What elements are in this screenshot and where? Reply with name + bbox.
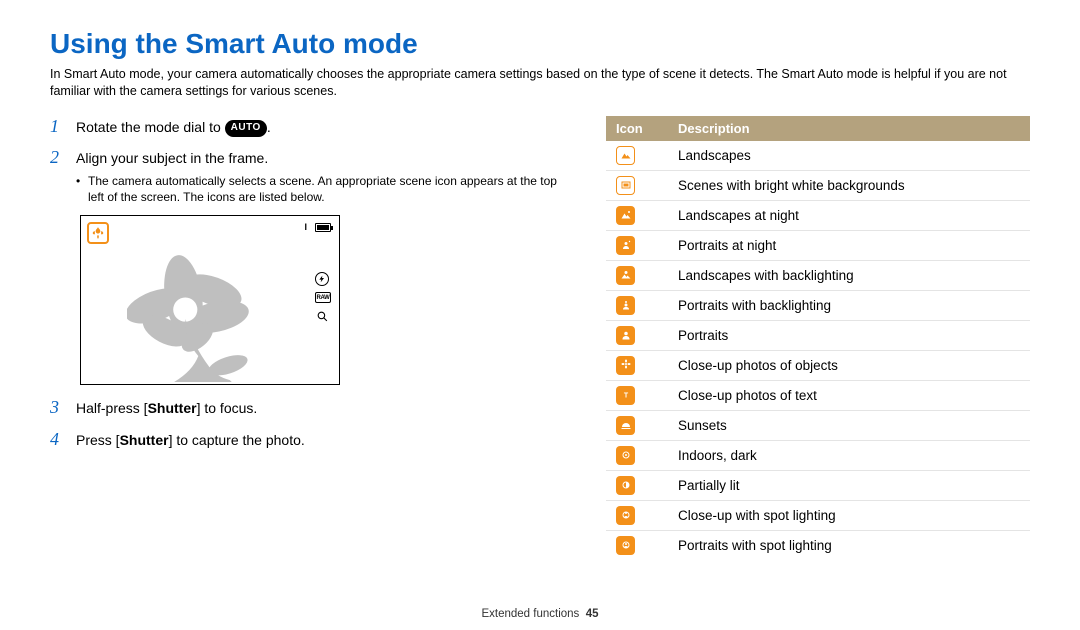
scene-icon: [616, 236, 635, 255]
scene-description: Sunsets: [668, 410, 1030, 440]
step-note: The camera automatically selects a scene…: [76, 173, 570, 205]
step-text: Half-press [: [76, 400, 148, 416]
step-number: 2: [50, 147, 66, 205]
table-row: Landscapes with backlighting: [606, 260, 1030, 290]
scene-icon: [616, 146, 635, 165]
counter-indicator: I: [304, 222, 307, 232]
table-row: T Close-up photos of text: [606, 380, 1030, 410]
magnify-icon: [315, 309, 329, 323]
table-header-desc: Description: [668, 116, 1030, 141]
scene-icon: [616, 206, 635, 225]
footer-section: Extended functions: [481, 608, 579, 620]
step-text: Align your subject in the frame.: [76, 149, 570, 169]
table-row: Partially lit: [606, 470, 1030, 500]
footer-page: 45: [586, 608, 599, 620]
scene-icon: [616, 356, 635, 375]
scene-description: Landscapes: [668, 141, 1030, 171]
table-row: Close-up photos of objects: [606, 350, 1030, 380]
table-row: Close-up with spot lighting: [606, 500, 1030, 530]
step-text: Press [: [76, 432, 120, 448]
scene-description: Portraits at night: [668, 230, 1030, 260]
step-text: ] to focus.: [197, 400, 258, 416]
step-text: ] to capture the photo.: [169, 432, 305, 448]
table-row: Scenes with bright white backgrounds: [606, 170, 1030, 200]
shutter-key: Shutter: [120, 432, 169, 448]
scene-icon: [616, 506, 635, 525]
step-1: 1 Rotate the mode dial to AUTO.: [50, 116, 570, 138]
table-row: Indoors, dark: [606, 440, 1030, 470]
page-footer: Extended functions 45: [0, 608, 1080, 620]
step-text: .: [267, 119, 271, 135]
scene-description: Portraits: [668, 320, 1030, 350]
table-row: Portraits with spot lighting: [606, 530, 1030, 560]
shutter-key: Shutter: [148, 400, 197, 416]
scene-icon: T: [616, 386, 635, 405]
scene-description: Portraits with spot lighting: [668, 530, 1030, 560]
scene-icon: [616, 446, 635, 465]
table-row: Landscapes: [606, 141, 1030, 171]
scene-description: Close-up with spot lighting: [668, 500, 1030, 530]
table-row: Portraits: [606, 320, 1030, 350]
scene-icon: [616, 476, 635, 495]
step-number: 3: [50, 397, 66, 419]
scene-icon: [616, 416, 635, 435]
macro-scene-icon: [87, 222, 109, 244]
step-4: 4 Press [Shutter] to capture the photo.: [50, 429, 570, 451]
step-text: Rotate the mode dial to: [76, 119, 225, 135]
flash-icon: [315, 272, 329, 286]
scene-description: Scenes with bright white backgrounds: [668, 170, 1030, 200]
step-number: 1: [50, 116, 66, 138]
battery-icon: [315, 223, 331, 232]
table-header-icon: Icon: [606, 116, 668, 141]
table-row: Sunsets: [606, 410, 1030, 440]
scene-description: Indoors, dark: [668, 440, 1030, 470]
table-row: Landscapes at night: [606, 200, 1030, 230]
table-row: Portraits at night: [606, 230, 1030, 260]
scene-icon-table: Icon Description LandscapesScenes with b…: [606, 116, 1030, 560]
step-3: 3 Half-press [Shutter] to focus.: [50, 397, 570, 419]
step-2: 2 Align your subject in the frame. The c…: [50, 147, 570, 205]
scene-description: Partially lit: [668, 470, 1030, 500]
auto-mode-badge: AUTO: [225, 120, 267, 137]
camera-lcd-illustration: I RAW: [80, 215, 340, 385]
scene-icon: [616, 296, 635, 315]
scene-icon: [616, 536, 635, 555]
scene-description: Landscapes with backlighting: [668, 260, 1030, 290]
table-row: Portraits with backlighting: [606, 290, 1030, 320]
step-number: 4: [50, 429, 66, 451]
scene-description: Portraits with backlighting: [668, 290, 1030, 320]
intro-paragraph: In Smart Auto mode, your camera automati…: [50, 66, 1030, 100]
page-title: Using the Smart Auto mode: [50, 28, 1030, 60]
flower-illustration: [127, 252, 277, 382]
scene-icon: [616, 266, 635, 285]
svg-text:T: T: [623, 393, 628, 400]
raw-icon: RAW: [315, 292, 331, 303]
left-column: 1 Rotate the mode dial to AUTO. 2 Align …: [50, 116, 570, 560]
scene-icon: [616, 176, 635, 195]
scene-description: Close-up photos of text: [668, 380, 1030, 410]
scene-description: Close-up photos of objects: [668, 350, 1030, 380]
scene-icon: [616, 326, 635, 345]
scene-description: Landscapes at night: [668, 200, 1030, 230]
